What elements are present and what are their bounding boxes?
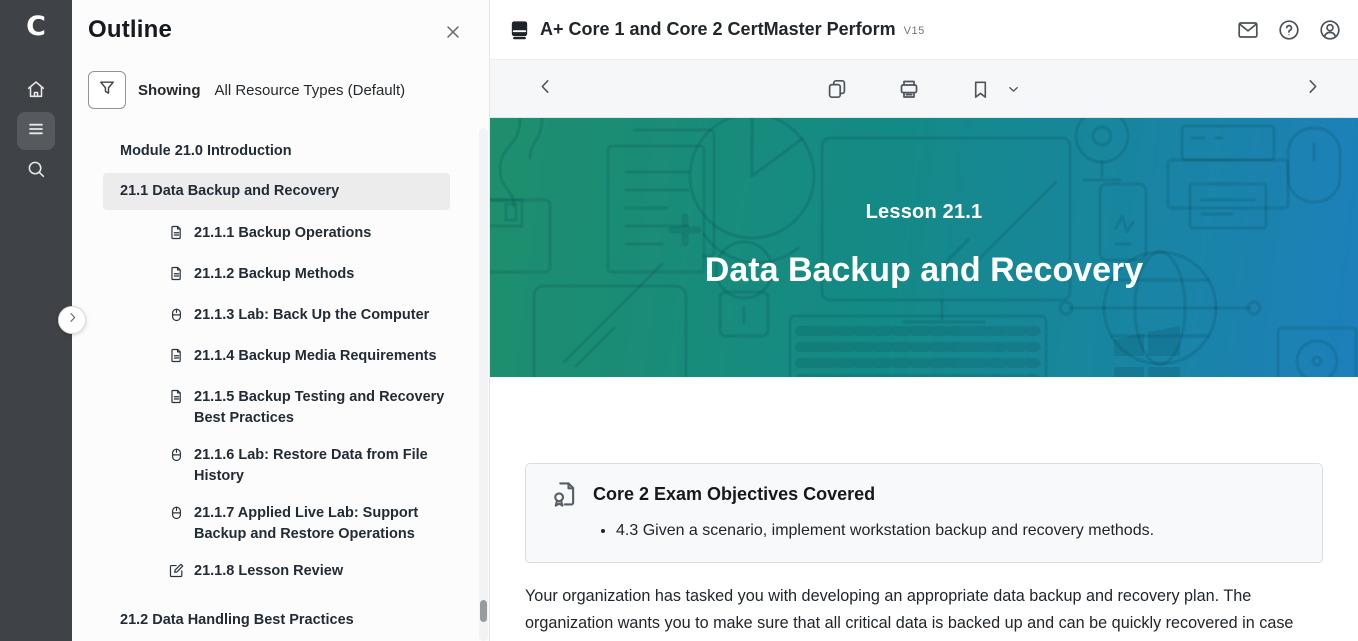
copy-icon[interactable]	[825, 77, 849, 101]
outline-item-label: 21.1.6 Lab: Restore Data from File Histo…	[194, 445, 471, 487]
lesson-number: Lesson 21.1	[490, 201, 1358, 224]
outline-item-label: 21.1.8 Lesson Review	[194, 561, 343, 586]
search-icon	[25, 158, 47, 185]
document-icon	[168, 223, 185, 248]
outline-item-label: 21.1.1 Backup Operations	[194, 223, 371, 248]
contents-button[interactable]	[17, 112, 55, 150]
document-icon	[168, 264, 185, 289]
outline-item[interactable]: 21.1 Data Backup and Recovery	[103, 173, 450, 210]
outline-item[interactable]: 21.1.4 Backup Media Requirements	[168, 346, 471, 371]
outline-item-label: 21.1.7 Applied Live Lab: Support Backup …	[194, 503, 471, 545]
outline-item-label: 21.1.2 Backup Methods	[194, 264, 354, 289]
filter-button[interactable]	[88, 71, 126, 109]
menu-icon	[25, 118, 47, 145]
certificate-icon	[550, 479, 580, 509]
chevron-right-icon	[66, 311, 79, 329]
outline-panel: Outline Showing All Resource Types (Defa…	[72, 0, 490, 641]
lesson-title: Data Backup and Recovery	[490, 251, 1358, 290]
outline-item-label: 21.1.5 Backup Testing and Recovery Best …	[194, 387, 471, 429]
course-version: V15	[904, 25, 925, 37]
search-button[interactable]	[17, 152, 55, 190]
outline-scrollbar-thumb[interactable]	[480, 600, 487, 622]
sidebar-expand-button[interactable]	[58, 306, 86, 334]
main-area: A+ Core 1 and Core 2 CertMaster Perform …	[490, 0, 1358, 641]
close-icon	[443, 29, 463, 46]
chevron-right-icon	[1303, 77, 1322, 101]
outline-item[interactable]: 21.1.2 Backup Methods	[168, 264, 471, 289]
bookmark-icon[interactable]	[969, 78, 992, 101]
exam-objectives-box: Core 2 Exam Objectives Covered 4.3 Given…	[525, 463, 1323, 563]
outline-scrollbar-track[interactable]	[479, 128, 488, 641]
document-icon	[168, 387, 185, 429]
outline-item[interactable]: 21.2 Data Handling Best Practices	[103, 602, 450, 639]
mail-icon[interactable]	[1236, 18, 1260, 42]
lesson-content: Core 2 Exam Objectives Covered 4.3 Given…	[490, 463, 1358, 641]
print-icon[interactable]	[897, 77, 921, 101]
next-page-button[interactable]	[1303, 77, 1322, 101]
outline-item[interactable]: 21.1.5 Backup Testing and Recovery Best …	[168, 387, 471, 429]
filter-icon	[97, 78, 117, 103]
account-icon[interactable]	[1318, 18, 1342, 42]
home-button[interactable]	[17, 72, 55, 110]
mouse-icon	[168, 503, 185, 545]
banner-decoration	[490, 118, 1358, 377]
chevron-down-icon[interactable]	[1006, 82, 1021, 97]
app-header: A+ Core 1 and Core 2 CertMaster Perform …	[490, 0, 1358, 60]
course-book-icon	[508, 18, 531, 41]
filter-value: All Resource Types (Default)	[215, 82, 406, 99]
chevron-left-icon	[536, 77, 555, 101]
outline-item[interactable]: 21.1.3 Lab: Back Up the Computer	[168, 305, 471, 330]
mouse-icon	[168, 445, 185, 487]
course-title: A+ Core 1 and Core 2 CertMaster Perform	[540, 19, 896, 40]
mouse-icon	[168, 305, 185, 330]
outline-item-label: 21.1.3 Lab: Back Up the Computer	[194, 305, 429, 330]
edit-icon	[168, 561, 185, 586]
outline-item[interactable]: 21.1.8 Lesson Review	[168, 561, 471, 586]
outline-item[interactable]: Module 21.0 Introduction	[120, 139, 449, 164]
document-icon	[168, 346, 185, 371]
objectives-title: Core 2 Exam Objectives Covered	[593, 484, 875, 505]
outline-tree: Module 21.0 Introduction 21.1 Data Backup…	[72, 139, 489, 641]
outline-item[interactable]: 21.1.7 Applied Live Lab: Support Backup …	[168, 503, 471, 545]
previous-page-button[interactable]	[536, 77, 555, 101]
lesson-banner: Lesson 21.1 Data Backup and Recovery	[490, 118, 1358, 377]
help-icon[interactable]	[1277, 18, 1301, 42]
reader-toolbar	[490, 60, 1358, 118]
showing-label: Showing	[138, 82, 201, 99]
outline-item[interactable]: 21.1.6 Lab: Restore Data from File Histo…	[168, 445, 471, 487]
outline-title: Outline	[88, 16, 172, 44]
objective-item: 4.3 Given a scenario, implement workstat…	[616, 519, 1302, 543]
close-outline-button[interactable]	[443, 22, 463, 47]
home-icon	[25, 78, 47, 105]
app-logo: C	[0, 0, 72, 58]
lesson-paragraph: Your organization has tasked you with de…	[525, 583, 1297, 641]
outline-item[interactable]: 21.1.1 Backup Operations	[168, 223, 471, 248]
outline-item-label: 21.1.4 Backup Media Requirements	[194, 346, 437, 371]
